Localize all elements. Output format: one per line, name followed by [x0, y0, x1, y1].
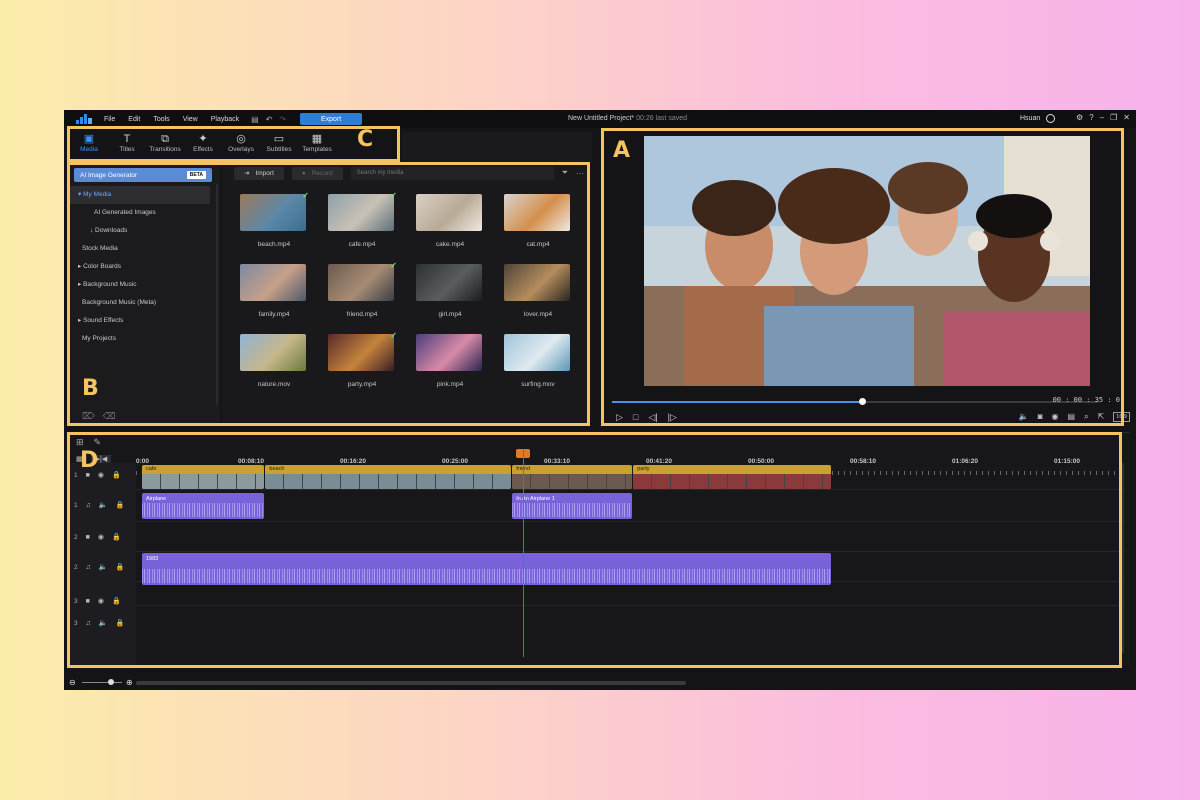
zoom-slider-handle[interactable]: [108, 679, 114, 685]
project-title: New Untitled Project* 00:26 last saved: [568, 115, 687, 122]
menu-item-view[interactable]: View: [183, 116, 198, 123]
redo-icon[interactable]: ↷: [279, 115, 286, 124]
avatar[interactable]: [1046, 114, 1056, 123]
menu-item-tools[interactable]: Tools: [153, 116, 169, 123]
zoom-in-icon[interactable]: ⊕: [126, 678, 133, 687]
menu-bar: File Edit Tools View Playback: [104, 116, 239, 123]
undo-icon[interactable]: ↶: [266, 115, 273, 124]
save-icon[interactable]: ▤: [251, 115, 259, 124]
menu-item-file[interactable]: File: [104, 116, 115, 123]
annotation-frame-a: [601, 128, 1124, 426]
app-logo: [76, 114, 94, 124]
annotation-frame-b: [67, 162, 590, 426]
settings-icon[interactable]: ⚙: [1076, 113, 1083, 122]
timeline-horizontal-scrollbar[interactable]: [136, 681, 686, 685]
menu-item-playback[interactable]: Playback: [211, 116, 239, 123]
help-icon[interactable]: ?: [1089, 113, 1093, 122]
zoom-slider[interactable]: [82, 682, 122, 683]
timeline-zoom-bar: ⊖ ⊕: [64, 676, 1136, 690]
tabs-spacer: [402, 132, 592, 162]
project-name: New Untitled Project*: [568, 115, 635, 122]
annotation-label-d: D: [80, 448, 99, 473]
restore-icon[interactable]: ❐: [1110, 113, 1117, 122]
last-saved: 00:26 last saved: [636, 115, 688, 122]
annotation-label-a: A: [613, 138, 631, 163]
close-icon[interactable]: ✕: [1123, 113, 1130, 122]
minimize-icon[interactable]: –: [1100, 113, 1104, 122]
annotation-label-b: B: [82, 376, 99, 401]
annotation-label-c: C: [357, 127, 374, 152]
annotation-frame-c: [67, 126, 400, 162]
user-name: Hsuan: [1020, 115, 1041, 122]
user-account[interactable]: Hsuan: [1020, 114, 1056, 123]
export-button[interactable]: Export: [300, 113, 363, 125]
zoom-out-icon[interactable]: ⊖: [69, 678, 76, 687]
annotation-frame-d: [67, 432, 1122, 668]
menu-item-edit[interactable]: Edit: [128, 116, 140, 123]
